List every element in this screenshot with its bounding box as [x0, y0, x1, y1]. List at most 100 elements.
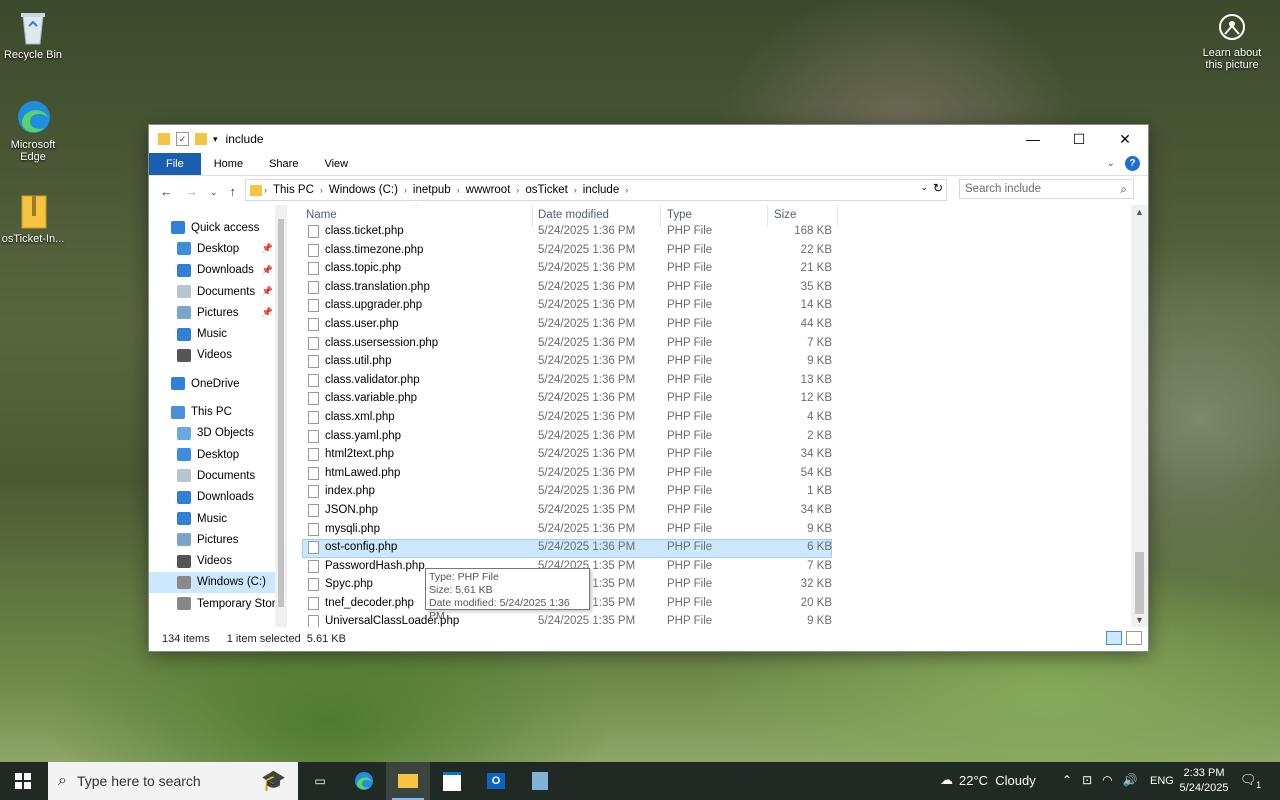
- file-row[interactable]: class.timezone.php 5/24/2025 1:36 PM PHP F…: [302, 242, 832, 261]
- forward-button[interactable]: →: [185, 184, 198, 199]
- search-input[interactable]: Search include ⌕: [959, 179, 1134, 199]
- breadcrumb-include[interactable]: include: [583, 184, 619, 196]
- file-row[interactable]: class.topic.php 5/24/2025 1:36 PM PHP File…: [302, 260, 832, 279]
- taskbar-app[interactable]: [518, 762, 562, 800]
- taskbar-store[interactable]: [430, 762, 474, 800]
- breadcrumb-inetpub[interactable]: inetpub: [413, 184, 451, 196]
- file-row[interactable]: mysqli.php 5/24/2025 1:36 PM PHP File 9 KB: [302, 521, 832, 540]
- file-list-scrollbar[interactable]: ▲ ▼: [1131, 205, 1148, 627]
- tab-view[interactable]: View: [311, 153, 361, 175]
- address-bar[interactable]: › This PC › Windows (C:) › inetpub › wwwroo…: [245, 179, 947, 201]
- back-button[interactable]: ←: [160, 184, 173, 199]
- column-name[interactable]: Name: [306, 209, 337, 221]
- nav-item[interactable]: Documents 📌: [149, 281, 287, 302]
- details-view-button[interactable]: [1106, 631, 1122, 645]
- nav-item[interactable]: Pictures 📌: [149, 302, 287, 323]
- desktop-icon-osticket[interactable]: osTicket-In...: [0, 192, 68, 245]
- refresh-icon[interactable]: ↻: [933, 181, 943, 195]
- recent-locations-icon[interactable]: ⌄: [210, 187, 218, 199]
- file-row[interactable]: class.xml.php 5/24/2025 1:36 PM PHP File 4 …: [302, 409, 832, 428]
- notification-button[interactable]: 🗨 1: [1240, 772, 1265, 790]
- file-row[interactable]: class.usersession.php 5/24/2025 1:36 PM PH…: [302, 335, 832, 354]
- nav-item[interactable]: Pictures: [149, 529, 287, 550]
- file-row[interactable]: class.upgrader.php 5/24/2025 1:36 PM PHP F…: [302, 297, 832, 316]
- nav-item[interactable]: OneDrive: [149, 373, 287, 394]
- file-icon: [308, 280, 319, 294]
- tab-home[interactable]: Home: [201, 153, 256, 175]
- taskbar-edge[interactable]: [342, 762, 386, 800]
- file-row[interactable]: html2text.php 5/24/2025 1:36 PM PHP File 34…: [302, 446, 832, 465]
- nav-item[interactable]: Desktop: [149, 444, 287, 465]
- nav-item[interactable]: 3D Objects: [149, 423, 287, 444]
- network-icon[interactable]: ⊡: [1082, 773, 1092, 787]
- file-row[interactable]: class.ticket.php 5/24/2025 1:36 PM PHP Fil…: [302, 223, 832, 242]
- nav-item[interactable]: Desktop 📌: [149, 238, 287, 259]
- large-icons-view-button[interactable]: [1126, 631, 1142, 645]
- learn-about-picture[interactable]: Learn about this picture: [1197, 12, 1267, 71]
- column-date[interactable]: Date modified: [538, 209, 609, 221]
- desktop-icon-edge[interactable]: Microsoft Edge: [0, 98, 68, 163]
- breadcrumb-this-pc[interactable]: This PC: [273, 184, 314, 196]
- nav-item-label: Downloads: [197, 264, 254, 277]
- cube-icon: [177, 426, 191, 440]
- column-type[interactable]: Type: [667, 209, 692, 221]
- breadcrumb-osticket[interactable]: osTicket: [525, 184, 567, 196]
- customize-toolbar-icon[interactable]: ▾: [213, 134, 218, 145]
- wifi-icon[interactable]: ◠: [1102, 773, 1112, 787]
- window-controls: — ☐ ✕: [1010, 125, 1148, 153]
- breadcrumb-wwwroot[interactable]: wwwroot: [466, 184, 511, 196]
- tab-file[interactable]: File: [149, 153, 201, 175]
- expand-ribbon-icon[interactable]: ⌄: [1107, 158, 1115, 169]
- nav-item[interactable]: Downloads 📌: [149, 260, 287, 281]
- nav-item[interactable]: Windows (C:): [149, 571, 287, 594]
- file-row[interactable]: htmLawed.php 5/24/2025 1:36 PM PHP File 54 …: [302, 465, 832, 484]
- file-size: 7 KB: [807, 559, 832, 572]
- nav-item[interactable]: Temporary Stora: [149, 593, 287, 614]
- nav-item-label: Desktop: [197, 242, 240, 255]
- close-button[interactable]: ✕: [1102, 125, 1148, 153]
- file-row[interactable]: class.variable.php 5/24/2025 1:36 PM PHP F…: [302, 390, 832, 409]
- breadcrumb-windows-c[interactable]: Windows (C:): [329, 184, 398, 196]
- nav-item[interactable]: Videos: [149, 550, 287, 571]
- tab-share[interactable]: Share: [256, 153, 311, 175]
- nav-scrollbar[interactable]: [275, 205, 287, 627]
- clock[interactable]: 2:33 PM 5/24/2025: [1176, 766, 1232, 796]
- properties-icon[interactable]: ✓: [176, 132, 189, 146]
- taskbar-outlook[interactable]: O: [474, 762, 518, 800]
- taskbar-file-explorer[interactable]: [386, 762, 430, 800]
- weather-widget[interactable]: ☁ 22°C Cloudy: [940, 772, 1036, 788]
- file-row[interactable]: class.user.php 5/24/2025 1:36 PM PHP File 4…: [302, 316, 832, 335]
- chevron-up-icon[interactable]: ⌃: [1062, 773, 1072, 787]
- maximize-button[interactable]: ☐: [1056, 125, 1102, 153]
- nav-item[interactable]: Music: [149, 508, 287, 529]
- chevron-down-icon[interactable]: ⌄: [920, 182, 928, 193]
- minimize-button[interactable]: —: [1010, 125, 1056, 153]
- scrollbar-thumb[interactable]: [1135, 552, 1144, 614]
- column-size[interactable]: Size: [774, 209, 796, 221]
- nav-item[interactable]: Music: [149, 323, 287, 344]
- clock-time: 2:33 PM: [1183, 767, 1225, 779]
- file-row[interactable]: class.yaml.php 5/24/2025 1:36 PM PHP File 2…: [302, 428, 832, 447]
- nav-item[interactable]: Quick access: [149, 217, 287, 238]
- volume-icon[interactable]: 🔊: [1123, 773, 1138, 787]
- desktop-icon-recycle-bin[interactable]: Recycle Bin: [0, 8, 68, 61]
- nav-item[interactable]: Downloads: [149, 487, 287, 508]
- file-row[interactable]: class.translation.php 5/24/2025 1:36 PM PH…: [302, 279, 832, 298]
- start-button[interactable]: [0, 762, 46, 800]
- new-folder-icon[interactable]: [195, 133, 207, 145]
- search-icon: ⌕: [1120, 182, 1127, 196]
- file-row[interactable]: JSON.php 5/24/2025 1:35 PM PHP File 34 KB: [302, 502, 832, 521]
- file-row[interactable]: index.php 5/24/2025 1:36 PM PHP File 1 KB: [302, 483, 832, 502]
- nav-item[interactable]: Videos: [149, 345, 287, 366]
- file-row[interactable]: ost-config.php 5/24/2025 1:36 PM PHP File 6…: [302, 539, 832, 558]
- nav-item[interactable]: Documents: [149, 465, 287, 486]
- language-indicator[interactable]: ENG: [1150, 775, 1174, 787]
- file-row[interactable]: class.util.php 5/24/2025 1:36 PM PHP File 9…: [302, 353, 832, 372]
- file-row[interactable]: class.validator.php 5/24/2025 1:36 PM PHP …: [302, 372, 832, 391]
- task-view-button[interactable]: ▭: [298, 762, 342, 800]
- taskbar-search-box[interactable]: ⌕ Type here to search 🎓: [48, 762, 298, 800]
- nav-item[interactable]: This PC: [149, 401, 287, 422]
- file-size: 13 KB: [800, 373, 832, 386]
- up-button[interactable]: ↑: [230, 184, 237, 199]
- help-icon[interactable]: ?: [1125, 156, 1140, 171]
